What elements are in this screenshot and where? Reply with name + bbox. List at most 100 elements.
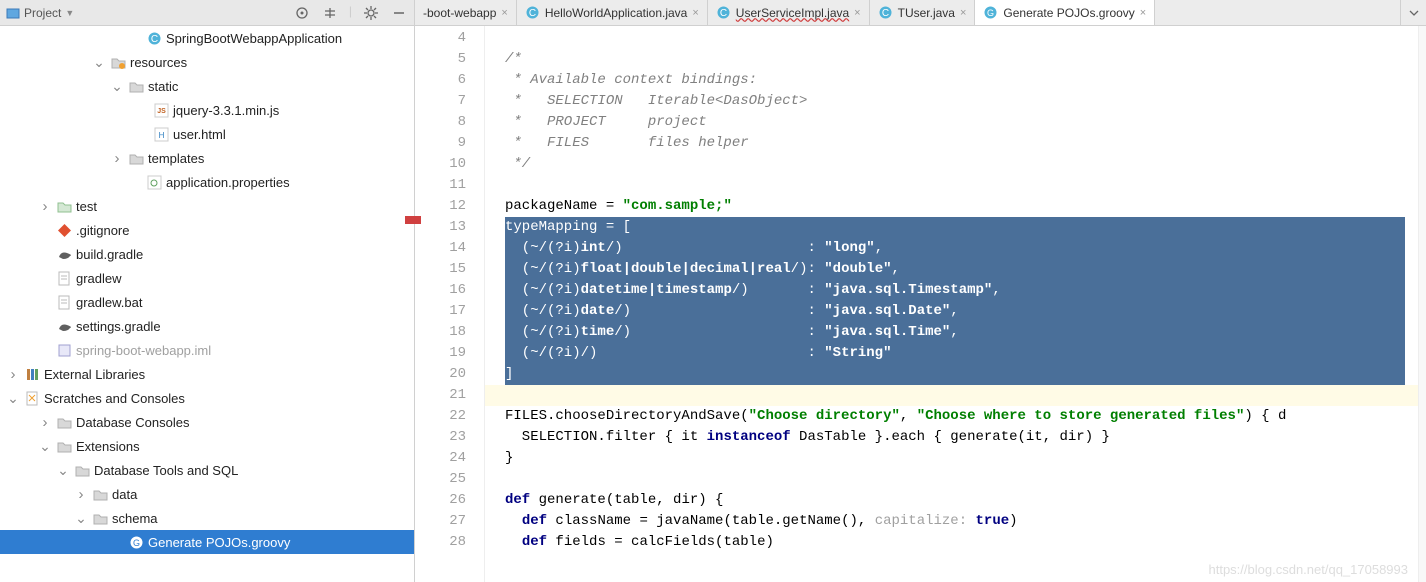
tree-item-resources[interactable]: ⌄resources [0, 50, 414, 74]
code-line[interactable]: * PROJECT project [485, 112, 1418, 133]
minimize-icon[interactable] [390, 4, 408, 22]
tree-item-external-libraries[interactable]: ›External Libraries [0, 362, 414, 386]
close-icon[interactable]: × [854, 7, 860, 19]
chevron-icon[interactable]: › [74, 486, 88, 503]
tree-item--gitignore[interactable]: .gitignore [0, 218, 414, 242]
code-line[interactable]: /* [485, 49, 1418, 70]
chevron-icon[interactable]: › [6, 366, 20, 383]
tree-item-label: jquery-3.3.1.min.js [173, 103, 279, 118]
code-line[interactable]: SELECTION.filter { it instanceof DasTabl… [485, 427, 1418, 448]
tree-item-label: test [76, 199, 97, 214]
chevron-icon[interactable]: › [110, 150, 124, 167]
tree-item-application-properties[interactable]: application.properties [0, 170, 414, 194]
code-line[interactable]: */ [485, 154, 1418, 175]
tree-item-database-tools-and-sql[interactable]: ⌄Database Tools and SQL [0, 458, 414, 482]
class-icon: C [716, 5, 731, 20]
chevron-icon[interactable]: › [38, 198, 52, 215]
line-number: 9 [415, 133, 466, 154]
chevron-icon[interactable]: ⌄ [56, 462, 70, 479]
code-line[interactable]: def generate(table, dir) { [485, 490, 1418, 511]
code-line[interactable]: typeMapping = [ [485, 217, 1418, 238]
line-number: 28 [415, 532, 466, 553]
file-icon [56, 270, 72, 286]
tree-item-gradlew[interactable]: gradlew [0, 266, 414, 290]
tree-item-schema[interactable]: ⌄schema [0, 506, 414, 530]
code-editor[interactable]: 4567891011121314151617181920212223242526… [415, 26, 1426, 582]
code-line[interactable]: * Available context bindings: [485, 70, 1418, 91]
code-line[interactable]: (~/(?i)datetime|timestamp/) : "java.sql.… [485, 280, 1418, 301]
tree-item-spring-boot-webapp-iml[interactable]: spring-boot-webapp.iml [0, 338, 414, 362]
lib-icon [24, 366, 40, 382]
code-line[interactable]: FILES.chooseDirectoryAndSave("Choose dir… [485, 406, 1418, 427]
close-icon[interactable]: × [692, 7, 698, 19]
editor-tab-helloworldapplication-java[interactable]: CHelloWorldApplication.java× [517, 0, 708, 25]
tree-item-springbootwebappapplication[interactable]: C SpringBootWebappApplication [0, 26, 414, 50]
sidebar-title-label[interactable]: Project ▼ [6, 6, 74, 20]
editor-tab--boot-webapp[interactable]: -boot-webapp× [415, 0, 517, 25]
code-line[interactable]: ] [485, 364, 1418, 385]
class-icon: C [525, 5, 540, 20]
tab-label: Generate POJOs.groovy [1003, 6, 1134, 20]
iml-icon [56, 342, 72, 358]
project-tree[interactable]: CSpringBootWebappApplication⌄resources⌄s… [0, 26, 414, 582]
code-line[interactable] [485, 28, 1418, 49]
svg-text:C: C [529, 8, 536, 19]
code-line[interactable]: } [485, 448, 1418, 469]
locate-icon[interactable] [293, 4, 311, 22]
close-icon[interactable]: × [960, 7, 966, 19]
tree-item-scratches-and-consoles[interactable]: ⌄Scratches and Consoles [0, 386, 414, 410]
tree-item-user-html[interactable]: Huser.html [0, 122, 414, 146]
code-line[interactable]: packageName = "com.sample;" [485, 196, 1418, 217]
chevron-icon[interactable]: › [38, 414, 52, 431]
tree-item-static[interactable]: ⌄static [0, 74, 414, 98]
code-line[interactable] [485, 469, 1418, 490]
code-line[interactable]: (~/(?i)date/) : "java.sql.Date", [485, 301, 1418, 322]
code-line[interactable]: (~/(?i)time/) : "java.sql.Time", [485, 322, 1418, 343]
code-line[interactable]: * FILES files helper [485, 133, 1418, 154]
chevron-icon[interactable]: ⌄ [92, 54, 106, 71]
editor-tab-generate-pojos-groovy[interactable]: GGenerate POJOs.groovy× [975, 0, 1155, 25]
tree-item-label: Database Consoles [76, 415, 189, 430]
chevron-icon[interactable]: ⌄ [110, 78, 124, 95]
editor-tab-userserviceimpl-java[interactable]: CUserServiceImpl.java× [708, 0, 870, 25]
tree-item-data[interactable]: ›data [0, 482, 414, 506]
gitignore-icon [56, 222, 72, 238]
tree-item-extensions[interactable]: ⌄ Extensions [0, 434, 414, 458]
collapse-all-icon[interactable] [321, 4, 339, 22]
code-line[interactable]: (~/(?i)int/) : "long", [485, 238, 1418, 259]
line-number: 14 [415, 238, 466, 259]
tab-overflow-button[interactable] [1400, 0, 1426, 25]
tree-item-label: Extensions [76, 439, 140, 454]
line-number: 8 [415, 112, 466, 133]
tree-item-label: gradlew.bat [76, 295, 143, 310]
line-number: 5 [415, 49, 466, 70]
chevron-icon[interactable]: ⌄ [38, 438, 52, 455]
tree-item-database-consoles[interactable]: › Database Consoles [0, 410, 414, 434]
code-line[interactable] [485, 175, 1418, 196]
close-icon[interactable]: × [1140, 7, 1146, 19]
code-line[interactable]: def className = javaName(table.getName()… [485, 511, 1418, 532]
tree-item-generate-pojos-groovy[interactable]: GGenerate POJOs.groovy [0, 530, 414, 554]
code-line[interactable]: (~/(?i)/) : "String" [485, 343, 1418, 364]
tree-item-settings-gradle[interactable]: settings.gradle [0, 314, 414, 338]
code-line[interactable]: def fields = calcFields(table) [485, 532, 1418, 553]
tree-item-build-gradle[interactable]: build.gradle [0, 242, 414, 266]
code-line[interactable] [485, 385, 1418, 406]
tree-item-templates[interactable]: ›templates [0, 146, 414, 170]
tree-item-label: SpringBootWebappApplication [166, 31, 342, 46]
close-icon[interactable]: × [501, 7, 507, 19]
code-line[interactable]: * SELECTION Iterable<DasObject> [485, 91, 1418, 112]
code-content[interactable]: /* * Available context bindings: * SELEC… [485, 26, 1418, 582]
folder-icon [128, 150, 144, 166]
code-line[interactable]: (~/(?i)float|double|decimal|real/): "dou… [485, 259, 1418, 280]
editor-area: -boot-webapp×CHelloWorldApplication.java… [415, 0, 1426, 582]
tree-item-test[interactable]: › test [0, 194, 414, 218]
svg-text:C: C [150, 34, 157, 45]
chevron-icon[interactable]: ⌄ [6, 390, 20, 407]
tree-item-gradlew-bat[interactable]: gradlew.bat [0, 290, 414, 314]
chevron-icon[interactable]: ⌄ [74, 510, 88, 527]
scratch-icon [24, 390, 40, 406]
gear-icon[interactable] [362, 4, 380, 22]
tree-item-jquery-3-3-1-min-js[interactable]: JSjquery-3.3.1.min.js [0, 98, 414, 122]
editor-tab-tuser-java[interactable]: CTUser.java× [870, 0, 976, 25]
